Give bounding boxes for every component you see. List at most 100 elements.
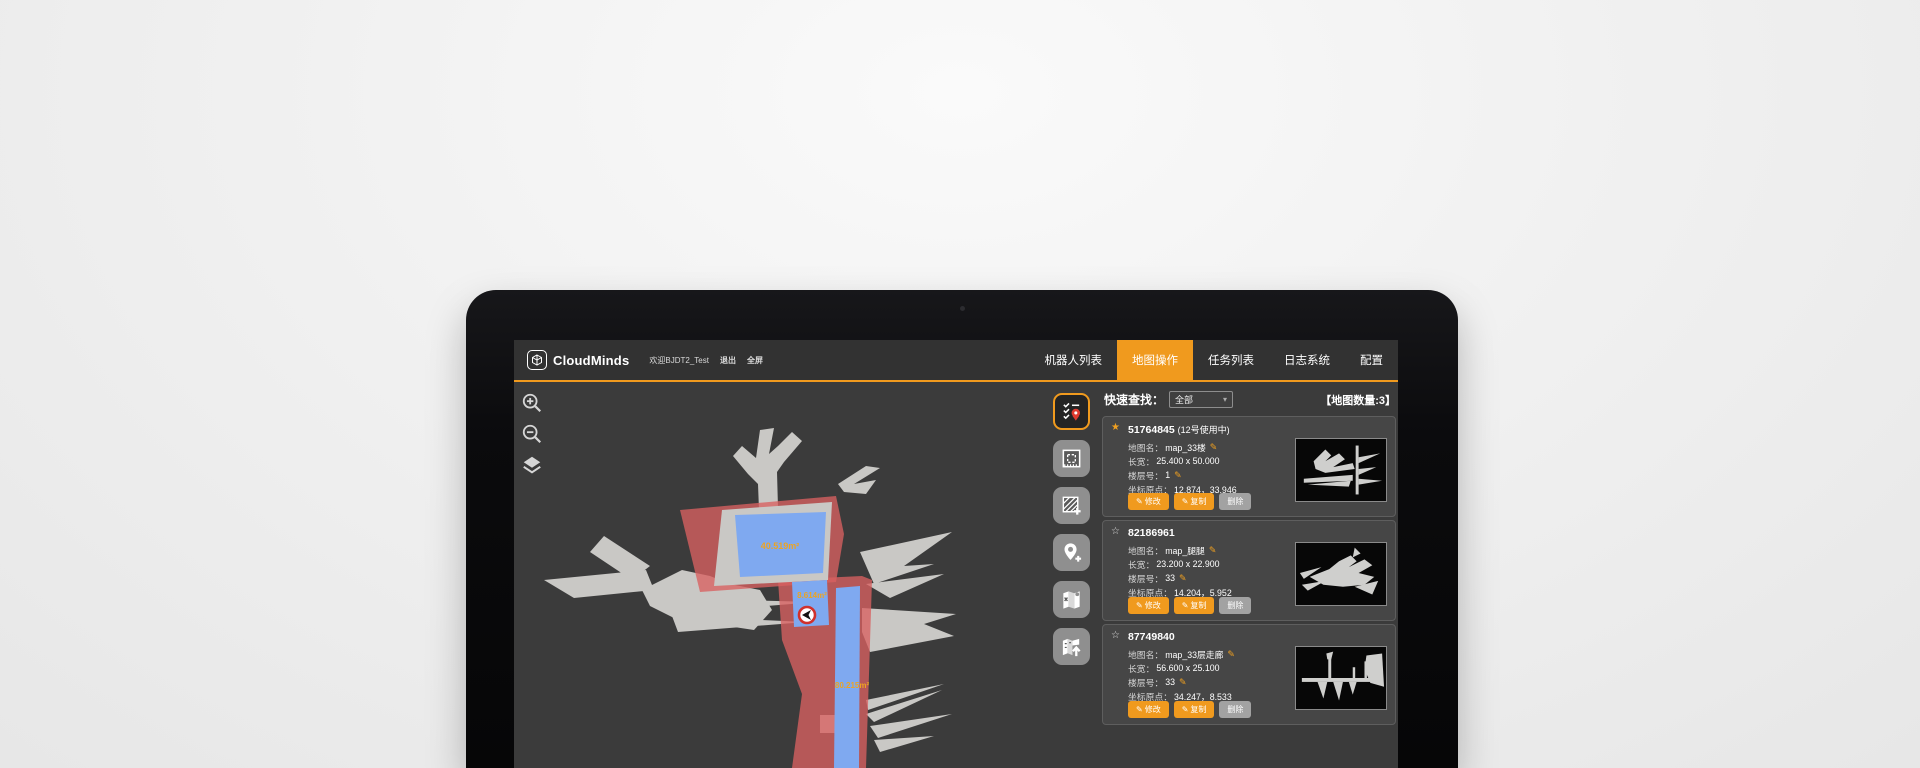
edit-pencil-icon[interactable]: ✎ xyxy=(1210,442,1218,453)
field-value: 33 xyxy=(1165,677,1175,687)
quick-find-select[interactable]: 全部 ▾ xyxy=(1169,391,1233,408)
nav-item-map-operations[interactable]: 地图操作 xyxy=(1117,340,1193,380)
edit-pencil-icon[interactable]: ✎ xyxy=(1174,470,1182,481)
map-status: (12号使用中) xyxy=(1178,425,1230,435)
field-value: 56.600 x 25.100 xyxy=(1156,663,1219,673)
map-thumbnail xyxy=(1295,542,1387,606)
brand-cube-icon xyxy=(527,350,547,370)
tool-map-upload-button[interactable] xyxy=(1053,628,1090,665)
nav-item-task-list[interactable]: 任务列表 xyxy=(1193,340,1269,380)
map-walls-layer xyxy=(544,428,956,752)
tool-add-point-button[interactable] xyxy=(1053,534,1090,571)
copy-button[interactable]: ✎复制 xyxy=(1174,701,1215,718)
field-label: 楼层号： xyxy=(1128,676,1163,689)
fullscreen-link[interactable]: 全屏 xyxy=(747,355,763,366)
modify-button[interactable]: ✎修改 xyxy=(1128,701,1169,718)
edit-pencil-icon[interactable]: ✎ xyxy=(1179,573,1187,584)
star-empty-icon[interactable]: ☆ xyxy=(1111,630,1120,641)
zoom-in-button[interactable] xyxy=(521,392,543,414)
pencil-icon: ✎ xyxy=(1136,601,1143,610)
tool-map-marker-button[interactable] xyxy=(1053,581,1090,618)
field-value: map_33楼 xyxy=(1165,441,1206,454)
laptop-frame: CloudMinds 欢迎BJDT2_Test 退出 全屏 机器人列表 地图操作… xyxy=(466,290,1458,768)
pencil-icon: ✎ xyxy=(1136,497,1143,506)
map-card-actions: ✎修改 ✎复制 删除 xyxy=(1128,701,1251,718)
brand-name: CloudMinds xyxy=(553,353,629,368)
nav-item-robot-list[interactable]: 机器人列表 xyxy=(1030,340,1118,380)
side-toolbar xyxy=(1053,393,1090,665)
field-label: 地图名： xyxy=(1128,544,1163,557)
app-screen: CloudMinds 欢迎BJDT2_Test 退出 全屏 机器人列表 地图操作… xyxy=(514,340,1398,768)
field-label: 地图名： xyxy=(1128,648,1163,661)
star-filled-icon[interactable]: ★ xyxy=(1111,422,1120,433)
pencil-icon: ✎ xyxy=(1182,705,1189,714)
welcome-text: 欢迎BJDT2_Test xyxy=(649,355,709,366)
delete-button[interactable]: 删除 xyxy=(1219,597,1251,614)
edit-pencil-icon[interactable]: ✎ xyxy=(1227,649,1235,660)
pencil-icon: ✎ xyxy=(1182,497,1189,506)
quick-find-label: 快速查找： xyxy=(1104,391,1164,408)
map-card-title: 82186961 xyxy=(1128,527,1387,539)
map-id: 87749840 xyxy=(1128,631,1175,643)
webcam-dot xyxy=(960,306,965,311)
map-card[interactable]: ☆ 82186961 地图名：map_腿腿 ✎ 长宽：23.200 x 22.90… xyxy=(1102,520,1396,621)
nav-item-config[interactable]: 配置 xyxy=(1345,340,1398,380)
copy-button[interactable]: ✎复制 xyxy=(1174,597,1215,614)
field-label: 长宽： xyxy=(1128,558,1154,571)
field-value: 1 xyxy=(1165,470,1170,480)
pin-plus-icon xyxy=(1060,541,1083,564)
tool-add-region-button[interactable] xyxy=(1053,487,1090,524)
map-id: 51764845 xyxy=(1128,424,1175,436)
main-nav: 机器人列表 地图操作 任务列表 日志系统 配置 xyxy=(1030,340,1399,380)
floor-map[interactable]: 40.519m² 8.614m² 80.215m² xyxy=(514,384,1074,768)
pencil-icon: ✎ xyxy=(1136,705,1143,714)
quick-find-row: 快速查找： 全部 ▾ 【地图数量:3】 xyxy=(1104,391,1396,408)
tool-task-pin-button[interactable] xyxy=(1053,393,1090,430)
chevron-down-icon: ▾ xyxy=(1223,395,1227,404)
pencil-icon: ✎ xyxy=(1182,601,1189,610)
map-card-list: ★ 51764845 (12号使用中) 地图名：map_33楼✎ 长宽：25.4… xyxy=(1102,416,1396,725)
field-label: 长宽： xyxy=(1128,455,1154,468)
map-upload-arrow-icon xyxy=(1060,635,1083,658)
field-value: map_腿腿 xyxy=(1165,544,1205,557)
nav-item-log-system[interactable]: 日志系统 xyxy=(1269,340,1345,380)
robot-marker[interactable] xyxy=(799,607,815,623)
field-label: 长宽： xyxy=(1128,662,1154,675)
field-label: 楼层号： xyxy=(1128,572,1163,585)
map-thumbnail xyxy=(1295,438,1387,502)
map-card-title: 51764845 (12号使用中) xyxy=(1128,423,1387,436)
modify-button[interactable]: ✎修改 xyxy=(1128,597,1169,614)
area-label-corridor: 80.215m² xyxy=(835,681,870,690)
map-thumbnail xyxy=(1295,646,1387,710)
map-count-badge: 【地图数量:3】 xyxy=(1320,392,1396,408)
edit-pencil-icon[interactable]: ✎ xyxy=(1209,545,1217,556)
selection-ruler-icon xyxy=(1060,447,1083,470)
checklist-pin-icon xyxy=(1060,400,1083,423)
map-zoom-tools xyxy=(521,392,543,476)
quick-find-selected-option: 全部 xyxy=(1175,393,1193,406)
field-value: 23.200 x 22.900 xyxy=(1156,559,1219,569)
app-header: CloudMinds 欢迎BJDT2_Test 退出 全屏 机器人列表 地图操作… xyxy=(514,340,1398,382)
zoom-out-button[interactable] xyxy=(521,423,543,445)
modify-button[interactable]: ✎修改 xyxy=(1128,493,1169,510)
logout-link[interactable]: 退出 xyxy=(720,355,736,366)
field-label: 楼层号： xyxy=(1128,469,1163,482)
tool-map-select-button[interactable] xyxy=(1053,440,1090,477)
map-id: 82186961 xyxy=(1128,527,1175,539)
delete-button[interactable]: 删除 xyxy=(1219,493,1251,510)
layers-button[interactable] xyxy=(521,454,543,476)
star-empty-icon[interactable]: ☆ xyxy=(1111,526,1120,537)
copy-button[interactable]: ✎复制 xyxy=(1174,493,1215,510)
field-value: 25.400 x 50.000 xyxy=(1156,456,1219,466)
field-value: map_33层走廊 xyxy=(1165,648,1223,661)
edit-pencil-icon[interactable]: ✎ xyxy=(1179,677,1187,688)
map-card[interactable]: ★ 51764845 (12号使用中) 地图名：map_33楼 ✎ 长宽：25.4… xyxy=(1102,416,1396,517)
area-label-room1: 40.519m² xyxy=(761,541,800,551)
field-label: 地图名： xyxy=(1128,441,1163,454)
map-list-panel: 快速查找： 全部 ▾ 【地图数量:3】 ★ 51764845 (12号使用中) … xyxy=(1102,384,1398,768)
welcome-area: 欢迎BJDT2_Test 退出 全屏 xyxy=(649,355,763,366)
map-card[interactable]: ☆ 87749840 地图名：map_33层走廊 ✎ 长宽：56.600 x 25… xyxy=(1102,624,1396,725)
hatched-region-plus-icon xyxy=(1060,494,1083,517)
area-label-room2: 8.614m² xyxy=(797,591,827,600)
delete-button[interactable]: 删除 xyxy=(1219,701,1251,718)
